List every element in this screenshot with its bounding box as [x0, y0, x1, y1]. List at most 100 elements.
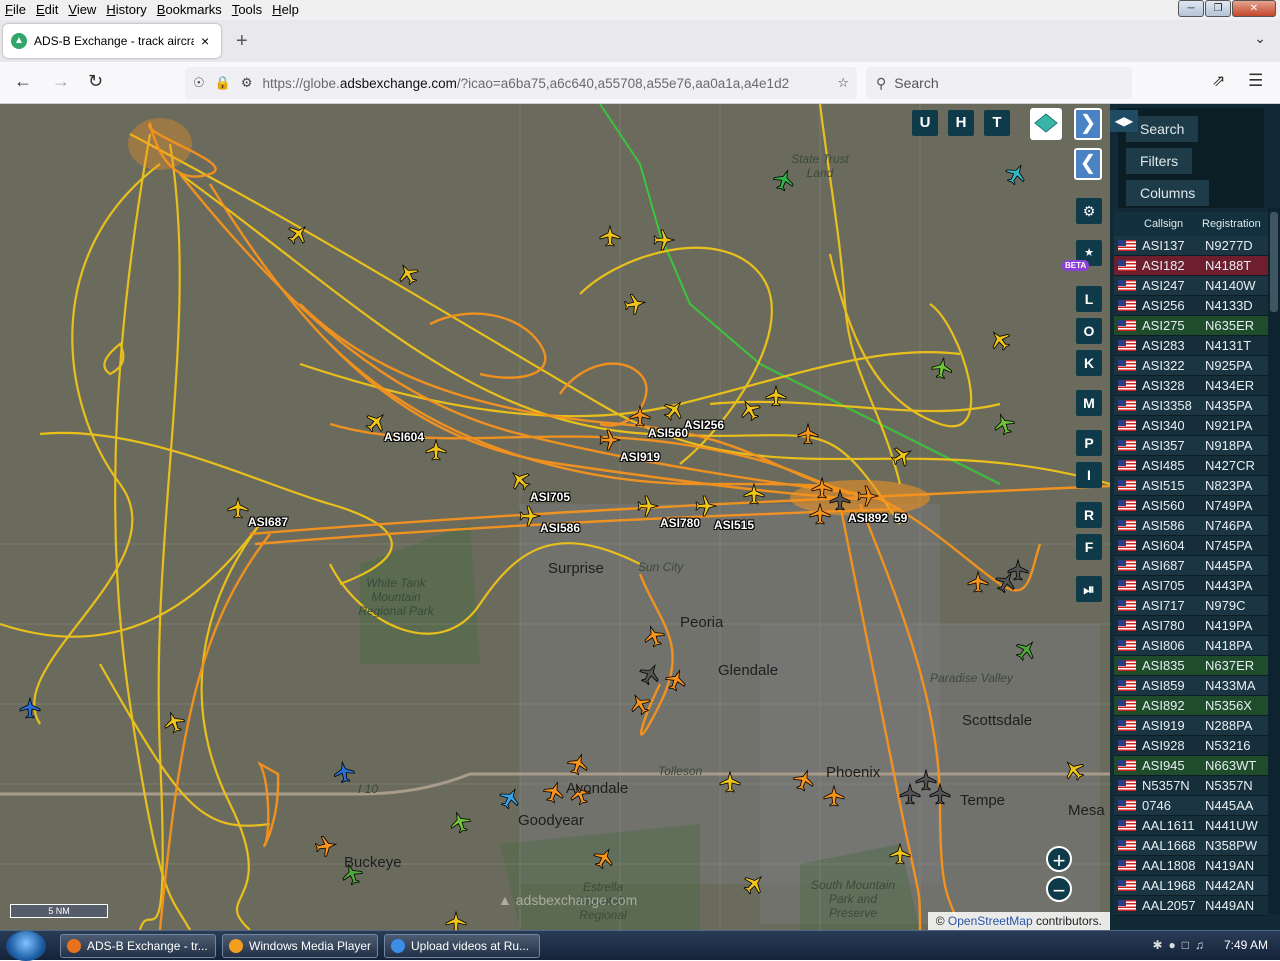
system-tray-icons[interactable]: ✱●□♫ — [1152, 938, 1210, 952]
restore-icon[interactable]: ❐ — [1205, 0, 1231, 17]
callsign-label[interactable]: ASI586 — [540, 521, 580, 535]
close-icon[interactable]: ✕ — [1232, 0, 1276, 17]
toggle-i-button[interactable]: I — [1076, 462, 1102, 488]
layers-button[interactable] — [1030, 108, 1062, 140]
toggle-p-button[interactable]: P — [1076, 430, 1102, 456]
panel-scrollbar[interactable] — [1268, 208, 1280, 914]
taskbar-chrome[interactable]: Upload videos at Ru... — [384, 934, 540, 958]
aircraft-row[interactable]: ASI485 N427CR — [1114, 456, 1268, 476]
aircraft-row[interactable]: ASI919 N288PA — [1114, 716, 1268, 736]
aircraft-row[interactable]: 0746 N445AA — [1114, 796, 1268, 816]
aircraft-row[interactable]: ASI275 N635ER — [1114, 316, 1268, 336]
taskbar-firefox[interactable]: ADS-B Exchange - tr... — [60, 934, 216, 958]
aircraft-row[interactable]: ASI137 N9277D — [1114, 236, 1268, 256]
aircraft-row[interactable]: ASI256 N4133D — [1114, 296, 1268, 316]
aircraft-row[interactable]: AAL1968 N442AN — [1114, 876, 1268, 896]
map-canvas[interactable] — [0, 104, 1110, 930]
menu-history[interactable]: History — [101, 0, 151, 20]
columns-tab[interactable]: Columns — [1126, 180, 1210, 206]
aircraft-row[interactable]: ASI322 N925PA — [1114, 356, 1268, 376]
toggle-o-button[interactable]: O — [1076, 318, 1102, 344]
toggle-l-button[interactable]: L — [1076, 286, 1102, 312]
callsign-label[interactable]: ASI919 — [620, 450, 660, 464]
flight-map[interactable]: Surprise Sun City Peoria Glendale Paradi… — [0, 104, 1110, 930]
toggle-t-button[interactable]: T — [984, 110, 1010, 136]
aircraft-row[interactable]: ASI247 N4140W — [1114, 276, 1268, 296]
menu-bookmarks[interactable]: Bookmarks — [152, 0, 227, 20]
callsign-label[interactable]: ASI892 — [848, 511, 888, 525]
hamburger-menu-icon[interactable]: ☰ — [1248, 71, 1263, 91]
toggle-k-button[interactable]: K — [1076, 350, 1102, 376]
url-bar[interactable]: ☉ 🔒 ⚙ https://globe.adsbexchange.com/?ic… — [185, 67, 857, 99]
permissions-icon[interactable]: ⚙ — [241, 75, 253, 91]
extensions-icon[interactable]: ⇗ — [1212, 71, 1225, 91]
toggle-f-button[interactable]: F — [1076, 534, 1102, 560]
url-text[interactable]: https://globe.adsbexchange.com/?icao=a6b… — [263, 76, 793, 91]
minimize-icon[interactable]: ─ — [1178, 0, 1204, 17]
aircraft-row[interactable]: ASI806 N418PA — [1114, 636, 1268, 656]
menu-view[interactable]: View — [63, 0, 101, 20]
column-registration[interactable]: Registration — [1202, 212, 1272, 236]
menu-edit[interactable]: Edit — [31, 0, 63, 20]
back-arrow-icon[interactable]: ← — [14, 71, 32, 92]
aircraft-row[interactable]: N5357N N5357N — [1114, 776, 1268, 796]
toggle-m-button[interactable]: M — [1076, 390, 1102, 416]
callsign-label[interactable]: ASI515 — [714, 518, 754, 532]
tab-close-icon[interactable]: × — [201, 33, 209, 49]
aircraft-row[interactable]: AAL1808 N419AN — [1114, 856, 1268, 876]
aircraft-row[interactable]: ASI687 N445PA — [1114, 556, 1268, 576]
list-tabs-chevron-icon[interactable]: ⌄ — [1254, 30, 1266, 47]
openstreetmap-link[interactable]: OpenStreetMap — [948, 914, 1033, 928]
chevron-right-icon[interactable]: ❯ — [1074, 108, 1102, 140]
aircraft-row[interactable]: ASI586 N746PA — [1114, 516, 1268, 536]
replay-icon[interactable]: ⏯ — [1076, 576, 1102, 602]
start-button[interactable] — [6, 931, 46, 961]
toggle-h-button[interactable]: H — [948, 110, 974, 136]
aircraft-row[interactable]: ASI928 N53216 — [1114, 736, 1268, 756]
filters-tab[interactable]: Filters — [1126, 148, 1193, 174]
aircraft-row[interactable]: AAL1668 N358PW — [1114, 836, 1268, 856]
aircraft-row[interactable]: ASI328 N434ER — [1114, 376, 1268, 396]
aircraft-row[interactable]: AAL1611 N441UW — [1114, 816, 1268, 836]
aircraft-row[interactable]: ASI340 N921PA — [1114, 416, 1268, 436]
callsign-label[interactable]: ASI256 — [684, 418, 724, 432]
aircraft-row[interactable]: ASI3358 N435PA — [1114, 396, 1268, 416]
chevron-left-icon[interactable]: ❮ — [1074, 148, 1102, 180]
callsign-label[interactable]: ASI560 — [648, 426, 688, 440]
menu-tools[interactable]: Tools — [227, 0, 267, 20]
callsign-label[interactable]: 59 — [894, 511, 907, 525]
tracking-shield-icon[interactable]: ☉ — [193, 75, 205, 91]
forward-arrow-icon[interactable]: → — [52, 71, 70, 92]
callsign-label[interactable]: ASI705 — [530, 490, 570, 504]
aircraft-row[interactable]: ASI604 N745PA — [1114, 536, 1268, 556]
settings-gear-icon[interactable]: ⚙ — [1076, 198, 1102, 224]
aircraft-row[interactable]: AAL2057 N449AN — [1114, 896, 1268, 916]
aircraft-row[interactable]: ASI892 N5356X — [1114, 696, 1268, 716]
toggle-u-button[interactable]: U — [912, 110, 938, 136]
taskbar-media-player[interactable]: Windows Media Player — [222, 934, 378, 958]
browser-tab[interactable]: ▲ ADS-B Exchange - track aircraft × — [3, 24, 221, 58]
callsign-label[interactable]: ASI604 — [384, 430, 424, 444]
search-bar[interactable]: ⚲ Search — [866, 67, 1132, 99]
callsign-label[interactable]: ASI687 — [248, 515, 288, 529]
new-tab-button[interactable]: + — [236, 30, 248, 53]
aircraft-row[interactable]: ASI780 N419PA — [1114, 616, 1268, 636]
panel-collapse-icon[interactable]: ◀▶ — [1110, 110, 1138, 132]
column-callsign[interactable]: Callsign — [1144, 212, 1202, 236]
aircraft-row[interactable]: ASI182 N4188T — [1114, 256, 1268, 276]
zoom-out-button[interactable]: − — [1046, 876, 1072, 903]
aircraft-row[interactable]: ASI945 N663WT — [1114, 756, 1268, 776]
menu-help[interactable]: Help — [267, 0, 304, 20]
aircraft-row[interactable]: ASI835 N637ER — [1114, 656, 1268, 676]
bookmark-star-icon[interactable]: ☆ — [837, 75, 849, 91]
aircraft-row[interactable]: ASI705 N443PA — [1114, 576, 1268, 596]
aircraft-row[interactable]: ASI283 N4131T — [1114, 336, 1268, 356]
aircraft-row[interactable]: ASI515 N823PA — [1114, 476, 1268, 496]
aircraft-row[interactable]: ASI357 N918PA — [1114, 436, 1268, 456]
reload-icon[interactable]: ↻ — [88, 71, 103, 92]
toggle-r-button[interactable]: R — [1076, 502, 1102, 528]
lock-icon[interactable]: 🔒 — [215, 75, 231, 91]
callsign-label[interactable]: ASI780 — [660, 516, 700, 530]
zoom-in-button[interactable]: + — [1046, 846, 1072, 873]
menu-file[interactable]: File — [0, 0, 31, 20]
